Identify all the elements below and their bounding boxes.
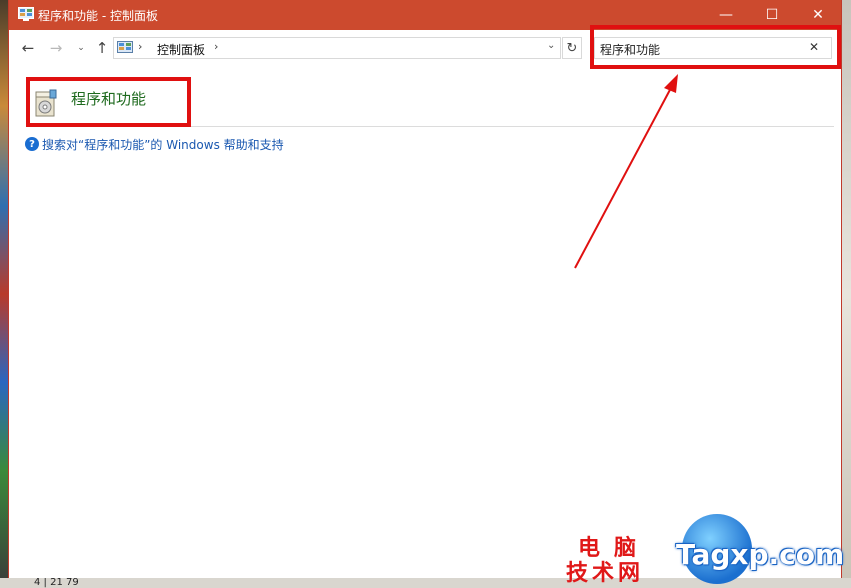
- result-highlight-box: [26, 77, 191, 127]
- recent-locations-chevron-icon[interactable]: ⌄: [71, 38, 91, 58]
- up-arrow-icon[interactable]: ↑: [92, 38, 112, 58]
- back-arrow-icon[interactable]: ←: [18, 38, 38, 58]
- refresh-icon[interactable]: ↻: [562, 37, 582, 59]
- results-pane: 程序和功能 ? 搜索对“程序和功能”的 Windows 帮助和支持: [9, 66, 841, 578]
- window-title: 程序和功能 - 控制面板: [38, 9, 158, 23]
- annotation-arrow: [574, 74, 678, 269]
- desktop-left-edge: [0, 0, 8, 588]
- breadcrumb-separator[interactable]: ›: [138, 40, 142, 53]
- control-panel-icon: [18, 7, 34, 21]
- help-icon: ?: [25, 137, 39, 151]
- control-panel-icon: [117, 41, 133, 53]
- watermark-site: Tagxp.com: [676, 538, 845, 571]
- windows-help-link[interactable]: 搜索对“程序和功能”的 Windows 帮助和支持: [42, 136, 284, 153]
- watermark-line2: 技术网: [566, 561, 645, 586]
- desktop-bottom-text: 4 | 21 79: [34, 577, 79, 588]
- breadcrumb-control-panel[interactable]: 控制面板: [157, 41, 205, 58]
- desktop-right-edge: [842, 0, 851, 588]
- address-bar[interactable]: › 控制面板 › ⌄: [113, 37, 561, 59]
- breadcrumb-separator[interactable]: ›: [214, 40, 218, 53]
- forward-arrow-icon[interactable]: →: [46, 38, 66, 58]
- address-dropdown-icon[interactable]: ⌄: [547, 40, 555, 51]
